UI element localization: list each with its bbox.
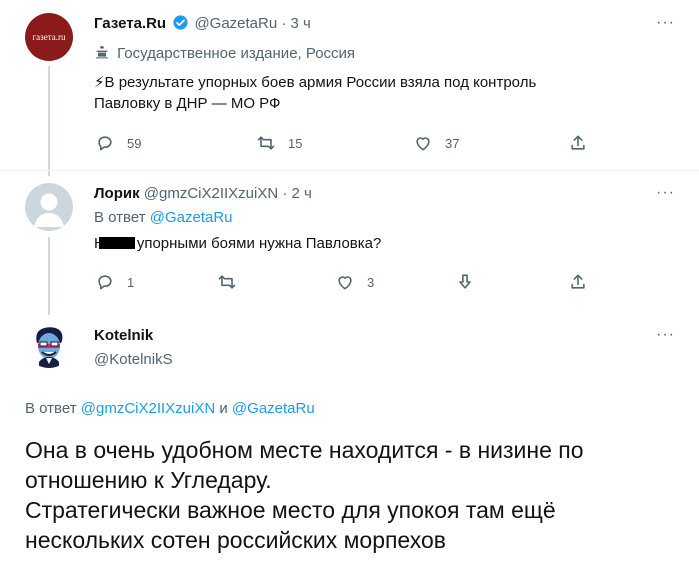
- reply-to-link[interactable]: @gmzCiX2IIXzuiXN: [81, 400, 215, 417]
- reply-and: и: [219, 400, 228, 417]
- tweet-text-line: Павловку в ДНР — МО РФ: [94, 95, 281, 112]
- share-icon: [571, 135, 585, 150]
- reply-icon: [98, 136, 112, 151]
- more-icon[interactable]: ···: [656, 326, 675, 344]
- avatar-illustration: [36, 327, 63, 368]
- avatar-lorik[interactable]: [25, 183, 73, 231]
- like-button[interactable]: 37: [413, 133, 459, 153]
- retweet-button[interactable]: 15: [256, 133, 302, 153]
- state-media-icon: [96, 46, 108, 59]
- redaction-bar: [98, 237, 135, 249]
- tweet-text-line: ⚡В результате упорных боев армия России …: [94, 74, 537, 91]
- like-icon: [416, 137, 430, 151]
- tweet-text-line: Она в очень удобном месте находится - в …: [25, 437, 584, 463]
- separator-dot: ·: [281, 15, 291, 32]
- more-icon[interactable]: ···: [656, 184, 675, 202]
- like-icon: [338, 276, 352, 290]
- retweet-count: 15: [288, 135, 303, 151]
- reply-icon: [98, 275, 112, 290]
- author-name[interactable]: Лорик: [94, 185, 140, 202]
- reply-prefix: В ответ: [25, 400, 77, 417]
- tweet-text: Нупорными боями нужна Павловка?: [94, 233, 381, 254]
- share-button[interactable]: [568, 133, 588, 153]
- thread-line: [48, 237, 50, 315]
- reply-count: 1: [127, 274, 135, 290]
- retweet-icon: [257, 136, 275, 150]
- share-icon: [571, 274, 585, 289]
- downvote-icon: [459, 274, 471, 289]
- reply-count: 59: [127, 135, 142, 151]
- tweet-text-line: отношению к Угледару.: [25, 467, 272, 493]
- author-name[interactable]: Kotelnik: [94, 327, 153, 344]
- like-button[interactable]: 3: [335, 272, 374, 292]
- reply-context: В ответ @gmzCiX2IIXzuiXN и @GazetaRu: [25, 399, 315, 419]
- state-media-label[interactable]: Государственное издание, Россия: [94, 44, 355, 64]
- reply-to-link[interactable]: @GazetaRu: [232, 400, 315, 417]
- tweet-text-line: нескольких сотен российских морпехов: [25, 527, 446, 553]
- verified-icon: [173, 15, 188, 30]
- like-count: 37: [445, 135, 460, 151]
- reply-button[interactable]: 59: [95, 133, 141, 153]
- state-media-text: Государственное издание, Россия: [117, 45, 356, 62]
- tweet-text-end: упорными боями нужна Павловка?: [136, 235, 382, 252]
- author-handle[interactable]: @gmzCiX2IIXzuiXN: [144, 185, 278, 202]
- share-button[interactable]: [568, 272, 588, 292]
- thread-line: [48, 66, 50, 176]
- reply-prefix: В ответ: [94, 209, 146, 226]
- author-handle[interactable]: @GazetaRu: [194, 15, 277, 32]
- separator-dot: ·: [282, 185, 292, 202]
- tweet-text: ⚡В результате упорных боев армия России …: [94, 72, 674, 114]
- reply-to-link[interactable]: @GazetaRu: [150, 209, 233, 226]
- retweet-icon: [218, 275, 236, 289]
- default-avatar-icon: [34, 193, 64, 227]
- divider: [0, 170, 699, 171]
- tweet-text-line: Стратегически важное место для упокоя та…: [25, 497, 556, 523]
- reply-button[interactable]: 1: [95, 272, 134, 292]
- retweet-button[interactable]: [217, 272, 237, 292]
- tweet-time[interactable]: 2 ч: [292, 185, 312, 202]
- avatar-kotelnik[interactable]: [25, 320, 73, 368]
- downvote-button[interactable]: [455, 272, 475, 292]
- like-count: 3: [367, 274, 375, 290]
- author-name[interactable]: Газета.Ru: [94, 15, 166, 32]
- avatar-logo-text: газета.ru: [32, 32, 66, 42]
- reply-context: В ответ @GazetaRu: [94, 208, 233, 228]
- more-icon[interactable]: ···: [656, 14, 675, 32]
- tweet-text: Она в очень удобном месте находится - в …: [25, 435, 685, 555]
- avatar-gazeta[interactable]: газета.ru: [25, 13, 73, 61]
- author-handle[interactable]: @KotelnikS: [94, 351, 173, 368]
- tweet-time[interactable]: 3 ч: [291, 15, 311, 32]
